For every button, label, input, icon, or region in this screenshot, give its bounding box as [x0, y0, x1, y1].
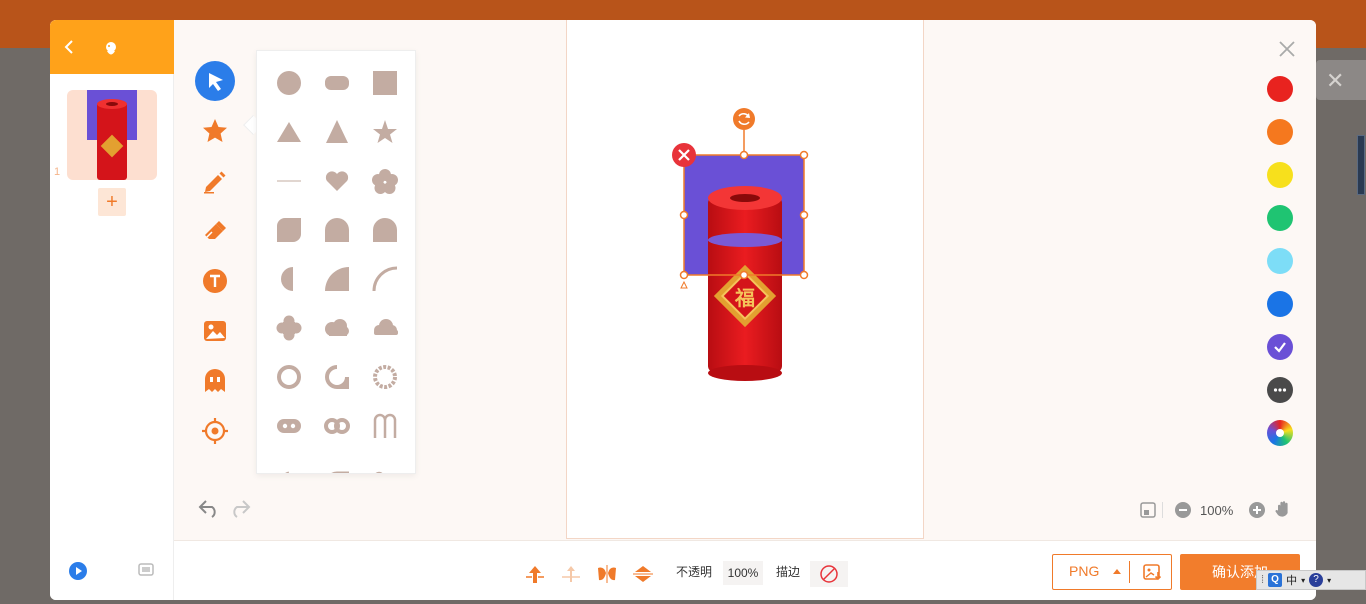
shape-crescent[interactable] — [269, 455, 309, 473]
caret-up-icon — [1113, 569, 1121, 574]
shape-bracket[interactable] — [365, 455, 405, 473]
page-thumbnail[interactable] — [67, 90, 157, 180]
qq-icon[interactable]: Q — [1268, 573, 1283, 587]
page-number: 1 — [54, 166, 61, 178]
shape-triangle-tall[interactable] — [317, 112, 357, 152]
background-close-strip: ✕ — [1316, 60, 1366, 100]
color-swatch-purple-selected[interactable] — [1267, 334, 1293, 360]
color-swatch-blue[interactable] — [1267, 291, 1293, 317]
workspace: 福 100% — [174, 20, 1316, 540]
shape-arch[interactable] — [365, 210, 405, 250]
text-icon[interactable] — [194, 260, 236, 302]
shape-rounded-rect[interactable] — [317, 63, 357, 103]
shape-picker-panel — [256, 50, 416, 474]
background-close-icon: ✕ — [1326, 68, 1345, 93]
color-wheel-icon[interactable] — [1267, 420, 1293, 446]
help-icon[interactable]: ? — [1309, 573, 1324, 587]
play-icon[interactable] — [69, 562, 87, 580]
background-scroll-thumb — [1357, 135, 1365, 195]
shape-square[interactable] — [365, 63, 405, 103]
stroke-none-button[interactable] — [810, 561, 848, 587]
shape-quarter-circle[interactable] — [317, 259, 357, 299]
page-panel-header — [50, 20, 174, 74]
format-value: PNG — [1069, 563, 1100, 579]
shape-cloud[interactable] — [317, 308, 357, 348]
tray-caret-icon-2[interactable]: ▾ — [1327, 576, 1331, 585]
target-icon[interactable] — [194, 410, 236, 452]
shape-magnet[interactable] — [365, 406, 405, 446]
shape-ring[interactable] — [269, 357, 309, 397]
shape-star-icon[interactable] — [194, 110, 236, 152]
back-button[interactable] — [60, 36, 80, 58]
add-page-button[interactable]: + — [98, 188, 126, 216]
ghost-icon[interactable] — [194, 360, 236, 402]
download-image-icon[interactable] — [1143, 563, 1163, 581]
flip-vertical-icon[interactable] — [632, 563, 654, 585]
color-swatch-orange[interactable] — [1267, 119, 1293, 145]
svg-text:福: 福 — [734, 286, 755, 310]
zoom-divider — [1162, 502, 1163, 518]
shape-ring-notch[interactable] — [317, 357, 357, 397]
system-tray: ⁞ Q 中 ▾ ? ▾ — [1256, 570, 1366, 590]
format-select[interactable]: PNG — [1052, 554, 1172, 590]
color-swatch-light-blue[interactable] — [1267, 248, 1293, 274]
shape-double-ring[interactable] — [317, 406, 357, 446]
fit-canvas-icon[interactable] — [1140, 502, 1156, 518]
shape-triangle[interactable] — [269, 112, 309, 152]
undo-icon[interactable] — [197, 498, 221, 518]
tray-caret-icon[interactable]: ▾ — [1301, 576, 1305, 585]
firecracker-sticker[interactable]: 福 — [708, 186, 782, 381]
bottom-toolbar: 不透明 100% 描边 PNG 确认添加 — [174, 540, 1316, 600]
tray-grip-icon: ⁞ — [1261, 574, 1265, 586]
send-backward-icon[interactable] — [560, 563, 582, 585]
color-wheel-center — [1276, 429, 1284, 437]
opacity-label: 不透明 — [676, 565, 713, 579]
input-method-indicator[interactable]: 中 — [1286, 572, 1297, 588]
more-colors-icon[interactable] — [1267, 377, 1293, 403]
select-icon[interactable] — [194, 60, 236, 102]
rotate-handle-icon[interactable] — [733, 108, 755, 130]
bring-forward-icon[interactable] — [524, 563, 546, 585]
stroke-label: 描边 — [776, 565, 801, 579]
zoom-value: 100% — [1200, 503, 1234, 518]
shape-cloud-flat[interactable] — [365, 308, 405, 348]
color-swatch-red[interactable] — [1267, 76, 1293, 102]
zoom-out-icon[interactable] — [1174, 501, 1192, 519]
shape-pill-eyes[interactable] — [269, 406, 309, 446]
no-stroke-icon — [820, 565, 838, 583]
image-editor-modal: 1 + 福 100% 不透明 100% 描边 PNG 确认添加 — [50, 20, 1316, 600]
hand-pan-icon[interactable] — [1274, 500, 1292, 520]
color-swatch-green[interactable] — [1267, 205, 1293, 231]
shape-corner[interactable] — [317, 455, 357, 473]
redo-icon[interactable] — [228, 498, 252, 518]
shape-flower[interactable] — [365, 161, 405, 201]
shape-star[interactable] — [365, 112, 405, 152]
shape-half-circle[interactable] — [269, 259, 309, 299]
zoom-in-icon[interactable] — [1248, 501, 1266, 519]
opacity-input[interactable]: 100% — [723, 561, 763, 585]
shape-line[interactable] — [269, 161, 309, 201]
shape-rounded-square[interactable] — [269, 210, 309, 250]
shape-cross[interactable] — [269, 308, 309, 348]
shape-heart[interactable] — [317, 161, 357, 201]
eraser-icon[interactable] — [194, 210, 236, 252]
layers-icon[interactable] — [137, 562, 155, 578]
image-icon[interactable] — [194, 310, 236, 352]
color-swatch-yellow[interactable] — [1267, 162, 1293, 188]
check-icon — [1274, 342, 1286, 353]
shape-ring-dotted[interactable] — [365, 357, 405, 397]
shape-circle[interactable] — [269, 63, 309, 103]
pen-icon[interactable] — [194, 160, 236, 202]
shape-arc[interactable] — [365, 259, 405, 299]
page-panel: 1 + — [50, 20, 174, 600]
delete-element-icon[interactable] — [672, 143, 696, 167]
flip-horizontal-icon[interactable] — [596, 563, 618, 585]
zoom-bar: 100% — [1140, 500, 1316, 522]
shape-leaf[interactable] — [317, 210, 357, 250]
design-canvas[interactable]: 福 — [566, 20, 924, 539]
logo-icon — [102, 40, 120, 58]
close-modal-icon[interactable] — [1276, 38, 1298, 60]
format-divider — [1129, 561, 1130, 583]
